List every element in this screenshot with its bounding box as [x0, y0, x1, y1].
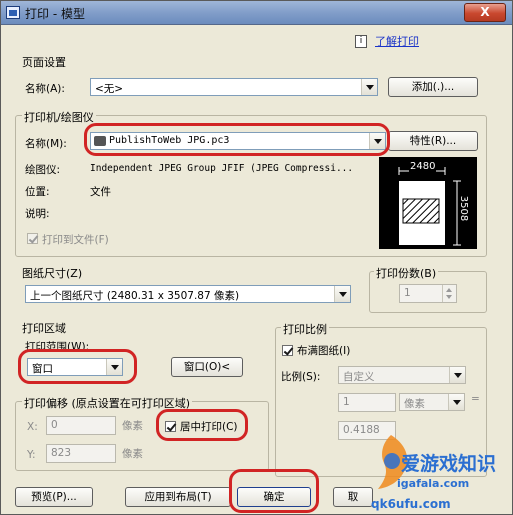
location-label: 位置: — [25, 186, 50, 198]
copies-input[interactable]: 1 — [399, 284, 457, 303]
scale-value1: 1 — [343, 396, 350, 408]
window-button[interactable]: 窗口(O)< — [171, 357, 243, 377]
app-icon — [6, 6, 20, 19]
plot-area-highlight — [18, 349, 137, 384]
paper-size-title: 图纸尺寸(Z) — [22, 267, 83, 280]
close-button[interactable]: X — [464, 3, 506, 22]
x-offset-unit: 像素 — [122, 420, 143, 432]
plot-scale-title: 打印比例 — [281, 321, 329, 337]
location-value: 文件 — [90, 186, 111, 198]
chevron-down-icon — [448, 394, 464, 410]
equals-sign: = — [471, 393, 480, 405]
copies-value: 1 — [404, 287, 411, 299]
page-setup-name-label: 名称(A): — [25, 83, 65, 95]
preview-button[interactable]: 预览(P)... — [15, 487, 93, 507]
print-dialog: 打印 - 模型 X i 了解打印 页面设置 名称(A): <无> 添加(.)..… — [0, 0, 513, 515]
plotter-value: Independent JPEG Group JFIF (JPEG Compre… — [90, 163, 354, 174]
window-title: 打印 - 模型 — [25, 7, 85, 21]
scale-value: 自定义 — [343, 371, 375, 383]
plot-area-title: 打印区域 — [22, 322, 66, 335]
scale-value1-input[interactable]: 1 — [338, 393, 396, 412]
apply-to-layout-button[interactable]: 应用到布局(T) — [125, 487, 231, 507]
copies-spinner[interactable] — [442, 285, 456, 302]
description-label: 说明: — [25, 208, 50, 220]
learn-printing-link[interactable]: 了解打印 — [375, 33, 419, 49]
y-offset-label: Y: — [27, 449, 36, 461]
page-setup-value: <无> — [95, 83, 124, 95]
watermark-url-2: igafala.com — [397, 477, 470, 490]
y-offset-input[interactable]: 823 — [46, 444, 116, 463]
title-bar: 打印 - 模型 X — [1, 1, 512, 25]
y-offset-unit: 像素 — [122, 448, 143, 460]
x-offset-input[interactable]: 0 — [46, 416, 116, 435]
paper-size-select[interactable]: 上一个图纸尺寸 (2480.31 x 3507.87 像素) — [25, 285, 351, 303]
y-offset-value: 823 — [51, 447, 72, 459]
watermark-text: 爱游戏知识 — [401, 453, 497, 475]
printer-title: 打印机/绘图仪 — [22, 109, 96, 125]
plotter-label: 绘图仪: — [25, 164, 61, 176]
scale-unit-select[interactable]: 像素 — [399, 393, 465, 411]
printer-highlight — [84, 123, 390, 156]
plot-to-file-label: 打印到文件(F) — [42, 234, 109, 246]
page-setup-select[interactable]: <无> — [90, 78, 378, 96]
add-button[interactable]: 添加(.)... — [388, 77, 478, 97]
preview-width-label: 2480 — [409, 161, 437, 172]
copies-title: 打印份数(B) — [374, 265, 439, 281]
fit-to-paper-label: 布满图纸(I) — [297, 345, 351, 357]
ok-highlight — [229, 469, 319, 513]
watermark-url: qk6ufu.com — [371, 497, 451, 511]
chevron-down-icon — [449, 367, 465, 383]
chevron-down-icon — [334, 286, 350, 302]
info-icon: i — [355, 35, 367, 48]
fit-to-paper-checkbox[interactable] — [282, 345, 293, 356]
x-offset-label: X: — [27, 421, 38, 433]
scale-unit-value: 像素 — [404, 398, 425, 410]
chevron-down-icon — [361, 79, 377, 95]
plot-to-file-checkbox[interactable] — [27, 233, 38, 244]
scale-select[interactable]: 自定义 — [338, 366, 466, 384]
paper-preview: 2480 3508 — [379, 157, 477, 249]
properties-button[interactable]: 特性(R)... — [388, 131, 478, 151]
printer-name-label: 名称(M): — [25, 138, 67, 150]
preview-height-label: 3508 — [458, 195, 470, 222]
center-plot-highlight — [156, 409, 248, 441]
x-offset-value: 0 — [51, 419, 58, 431]
paper-size-value: 上一个图纸尺寸 (2480.31 x 3507.87 像素) — [30, 290, 240, 302]
page-setup-title: 页面设置 — [22, 56, 66, 69]
scale-label: 比例(S): — [281, 371, 321, 383]
